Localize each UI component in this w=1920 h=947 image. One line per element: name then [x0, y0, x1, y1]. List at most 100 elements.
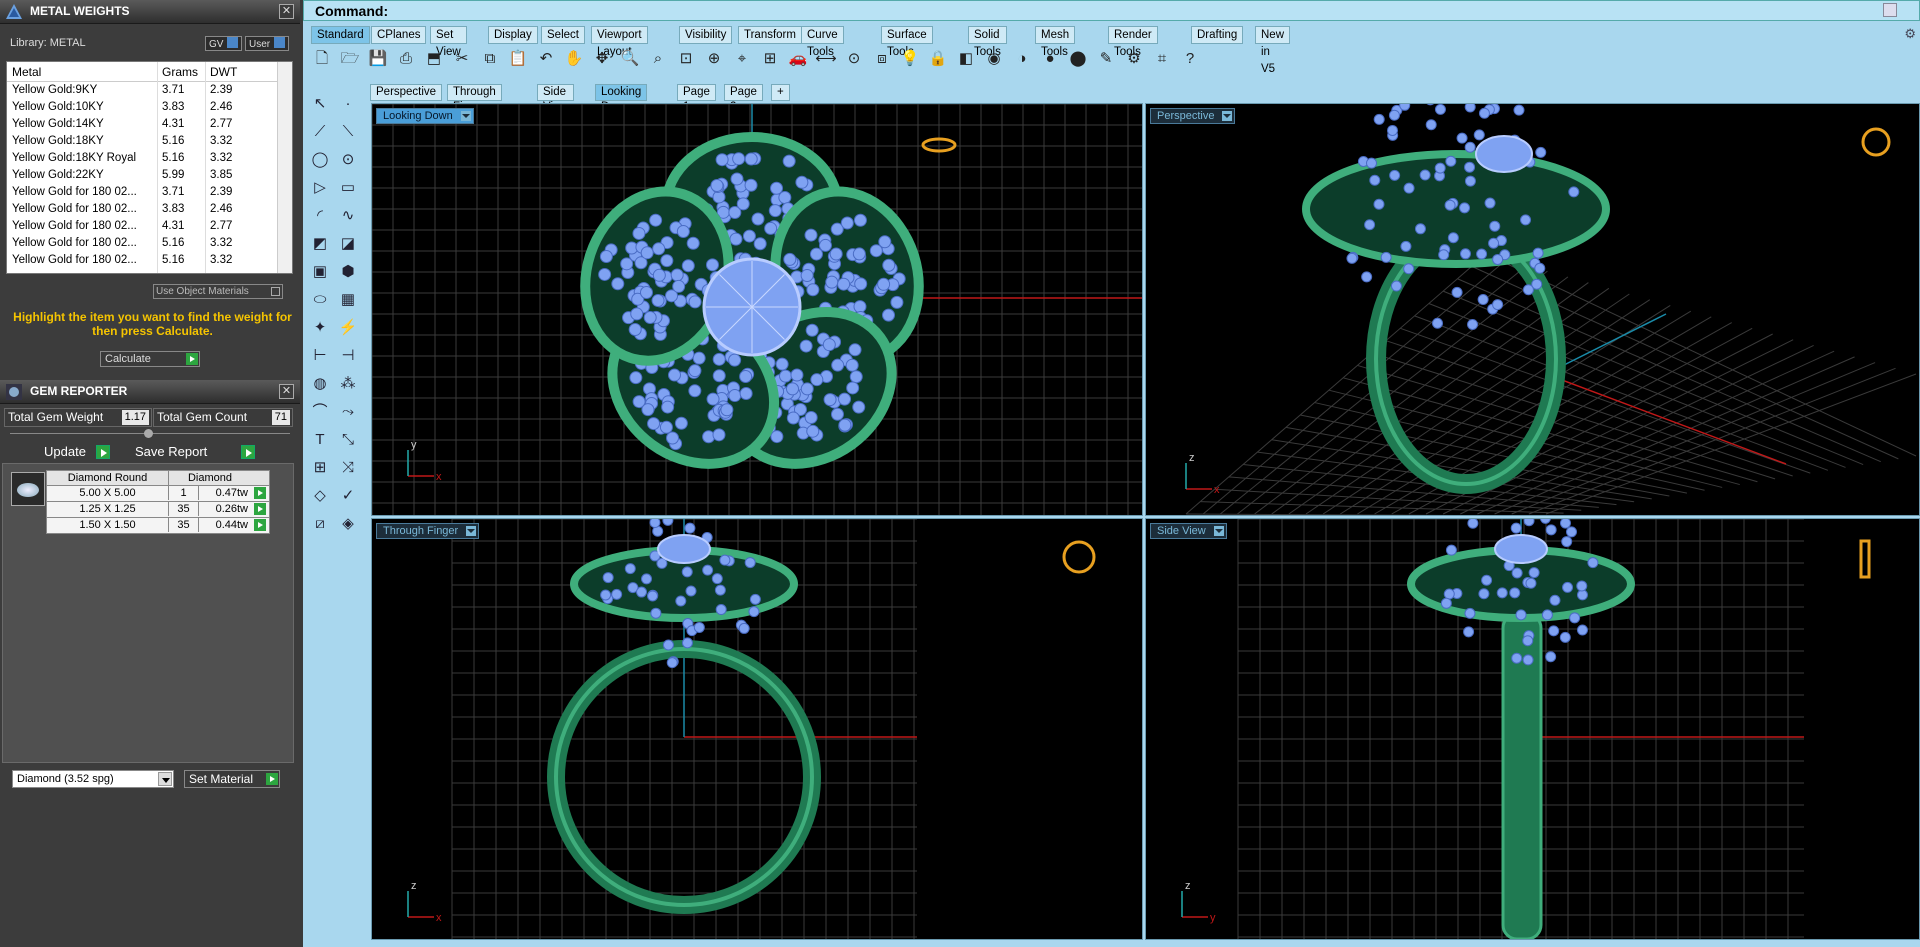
scale-icon[interactable]: ⤡	[336, 428, 360, 452]
lock-icon[interactable]: 🔒	[927, 47, 949, 71]
table-row[interactable]: Yellow Gold:18KY Royal 5.16 3.32	[7, 150, 292, 167]
tab-visibility[interactable]: Visibility	[679, 26, 733, 44]
table-row[interactable]: Yellow Gold:9KY 3.71 2.39	[7, 82, 292, 99]
solid-icon[interactable]: ⬢	[336, 260, 360, 284]
scroll-icon[interactable]	[1883, 3, 1897, 17]
cylinder-icon[interactable]: ⬭	[308, 288, 332, 312]
tab-curve-tools[interactable]: Curve Tools	[801, 26, 844, 58]
render-icon[interactable]: ●	[1039, 47, 1061, 71]
sphere-icon[interactable]: ⬤	[1067, 47, 1089, 71]
viewport-tab[interactable]: Perspective	[370, 84, 443, 101]
select-arrow-icon[interactable]: ↖	[308, 92, 332, 116]
diamond-round-icon[interactable]	[11, 472, 45, 506]
viewport-tab[interactable]: Page 1	[677, 84, 716, 113]
use-object-materials-checkbox[interactable]: Use Object Materials	[153, 284, 283, 299]
gem-icon[interactable]: ◇	[308, 484, 332, 508]
undo-icon[interactable]: ↶	[535, 47, 557, 71]
user-toggle[interactable]: User	[245, 36, 290, 51]
tab-transform[interactable]: Transform	[738, 26, 802, 44]
viewport-through-finger[interactable]: xz Through Finger	[371, 518, 1143, 940]
gumball-icon[interactable]: ⤨	[336, 456, 360, 480]
viewport-label[interactable]: Side View	[1150, 523, 1227, 539]
scatter-icon[interactable]: ⁂	[336, 372, 360, 396]
viewport-label[interactable]: Looking Down	[376, 108, 474, 124]
gv-toggle[interactable]: GV	[205, 36, 243, 51]
point-icon[interactable]: ·	[336, 92, 360, 116]
shade-icon[interactable]: ◑	[1011, 47, 1033, 71]
table-row[interactable]: Yellow Gold for 180 02... 5.16 3.32	[7, 235, 292, 252]
update-button[interactable]: Update	[44, 444, 112, 461]
panel-splitter[interactable]	[10, 429, 290, 438]
table-row[interactable]: Yellow Gold for 180 02... 4.31 2.77	[7, 218, 292, 235]
paste-icon[interactable]: 📋	[507, 47, 529, 71]
print-icon[interactable]: ⎙	[395, 47, 417, 71]
table-row[interactable]: Yellow Gold:14KY 4.31 2.77	[7, 116, 292, 133]
play-icon[interactable]	[254, 487, 266, 499]
gem-row[interactable]: 1.50 X 1.50 35 0.44tw	[46, 518, 270, 534]
calculate-button[interactable]: Calculate	[100, 351, 200, 367]
table-row[interactable]: Yellow Gold:22KY 5.99 3.85	[7, 167, 292, 184]
close-icon[interactable]: ✕	[279, 4, 294, 19]
viewport-label[interactable]: Perspective	[1150, 108, 1236, 124]
tab-display[interactable]: Display	[488, 26, 538, 44]
new-file-icon[interactable]: 🗋	[311, 47, 333, 71]
polyline-icon[interactable]: ⟋	[308, 120, 332, 144]
help-icon[interactable]: ?	[1179, 47, 1201, 71]
car-icon[interactable]: 🚗	[787, 47, 809, 71]
viewport-looking-down[interactable]: xy Looking Down	[371, 103, 1143, 516]
tab-drafting[interactable]: Drafting	[1191, 26, 1244, 44]
polygon-icon[interactable]: ▷	[308, 176, 332, 200]
zoom-target-icon[interactable]: ⌖	[731, 47, 753, 71]
pen-icon[interactable]: ✎	[1095, 47, 1117, 71]
viewport-perspective[interactable]: xz Perspective	[1145, 103, 1920, 516]
tab-set-view[interactable]: Set View	[430, 26, 467, 58]
copy-icon[interactable]: ⧉	[479, 47, 501, 71]
line-icon[interactable]: ⟍	[336, 120, 360, 144]
circle-icon[interactable]: ◯	[308, 148, 332, 172]
viewport-tab[interactable]: Looking Down	[595, 84, 648, 113]
splitter-handle[interactable]	[144, 429, 153, 438]
mesh-icon[interactable]: ▦	[336, 288, 360, 312]
grid-snap-icon[interactable]: ⌗	[1151, 47, 1173, 71]
gem-row[interactable]: 5.00 X 5.00 1 0.47tw	[46, 486, 270, 502]
group-icon[interactable]: ⧈	[871, 47, 893, 71]
set-material-button[interactable]: Set Material	[184, 770, 280, 788]
import-icon[interactable]: ⬒	[423, 47, 445, 71]
move-view-icon[interactable]: ✥	[591, 47, 613, 71]
table-row[interactable]: Yellow Gold:10KY 3.83 2.46	[7, 99, 292, 116]
curve-icon[interactable]: ∿	[336, 204, 360, 228]
text-icon[interactable]: T	[308, 428, 332, 452]
box-icon[interactable]: ▣	[308, 260, 332, 284]
flow-icon[interactable]: ⤳	[336, 400, 360, 424]
pan-icon[interactable]: ✋	[563, 47, 585, 71]
color-wheel-icon[interactable]: ◉	[983, 47, 1005, 71]
viewport-tab[interactable]: Page 2	[724, 84, 763, 113]
tab-render-tools[interactable]: Render Tools	[1108, 26, 1158, 58]
zoom-window-icon[interactable]: ⌕	[647, 47, 669, 71]
point-icon[interactable]: ⊙	[843, 47, 865, 71]
gear-icon[interactable]: ⚙	[1904, 26, 1916, 42]
tab-viewport-layout[interactable]: Viewport Layout	[591, 26, 648, 58]
table-row[interactable]: Yellow Gold for 180 02... 3.71 2.39	[7, 184, 292, 201]
gem-row[interactable]: 1.25 X 1.25 35 0.26tw	[46, 502, 270, 518]
extrude-icon[interactable]: ◪	[336, 232, 360, 256]
cut-icon[interactable]: ⧄	[308, 512, 332, 536]
zoom-icon[interactable]: 🔍	[619, 47, 641, 71]
save-icon[interactable]: 💾	[367, 47, 389, 71]
dimension-icon[interactable]: ⟷	[815, 47, 837, 71]
ellipse-icon[interactable]: ⊙	[336, 148, 360, 172]
close-icon[interactable]: ✕	[279, 384, 294, 399]
transform-icon[interactable]: ✦	[308, 316, 332, 340]
viewport-label[interactable]: Through Finger	[376, 523, 480, 539]
table-row[interactable]: Yellow Gold for 180 02... 3.83 2.46	[7, 201, 292, 218]
tab-cplanes[interactable]: CPlanes	[371, 26, 427, 44]
settings-icon[interactable]: ⚙	[1123, 47, 1145, 71]
tab-solid-tools[interactable]: Solid Tools	[968, 26, 1007, 58]
check-icon[interactable]: ✓	[336, 484, 360, 508]
tab-new-in-v5[interactable]: New in V5	[1255, 26, 1291, 75]
viewport-tab[interactable]: +	[771, 84, 790, 101]
bend-icon[interactable]: ⌒	[308, 400, 332, 424]
move-icon[interactable]: ⊢	[308, 344, 332, 368]
tab-standard[interactable]: Standard	[311, 26, 370, 44]
rectangle-icon[interactable]: ▭	[336, 176, 360, 200]
